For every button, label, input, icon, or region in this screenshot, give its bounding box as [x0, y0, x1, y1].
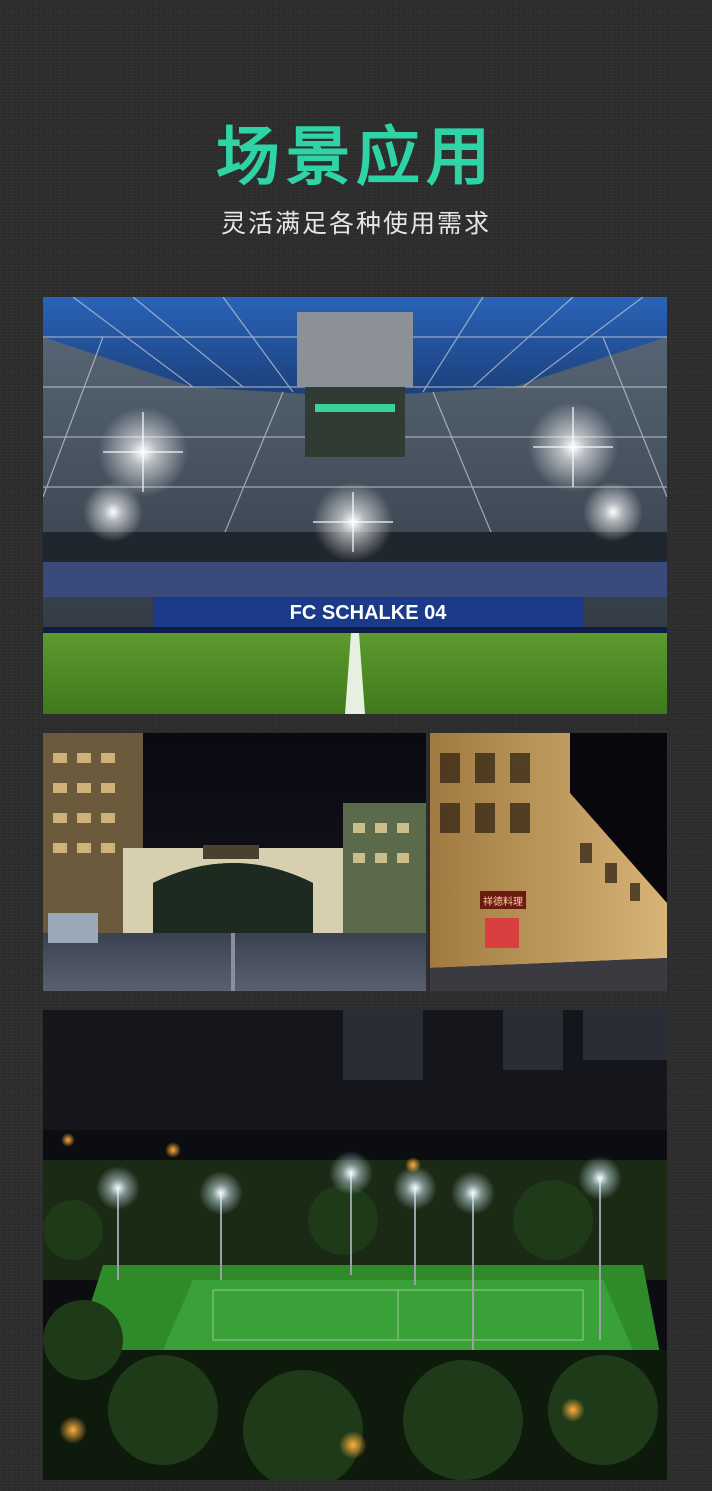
scene-application-page: 场景应用 灵活满足各种使用需求 FC SCHALKE 04 祥德料理: [0, 0, 712, 1491]
stadium-illustration: FC SCHALKE 04: [43, 297, 667, 714]
stadium-sign-text: FC SCHALKE 04: [290, 602, 448, 624]
page-subtitle: 灵活满足各种使用需求: [220, 209, 491, 238]
street-illustration: 祥德料理: [430, 733, 667, 991]
sports-fields-illustration: [43, 1010, 667, 1480]
page-title: 场景应用: [216, 121, 496, 195]
street-photo: 祥德料理: [430, 733, 667, 991]
sports-fields-photo: [43, 1010, 667, 1480]
archway-photo: [43, 733, 426, 991]
street-sign-text: 祥德料理: [483, 895, 523, 908]
archway-illustration: [43, 733, 426, 991]
stadium-photo: FC SCHALKE 04: [43, 297, 667, 714]
